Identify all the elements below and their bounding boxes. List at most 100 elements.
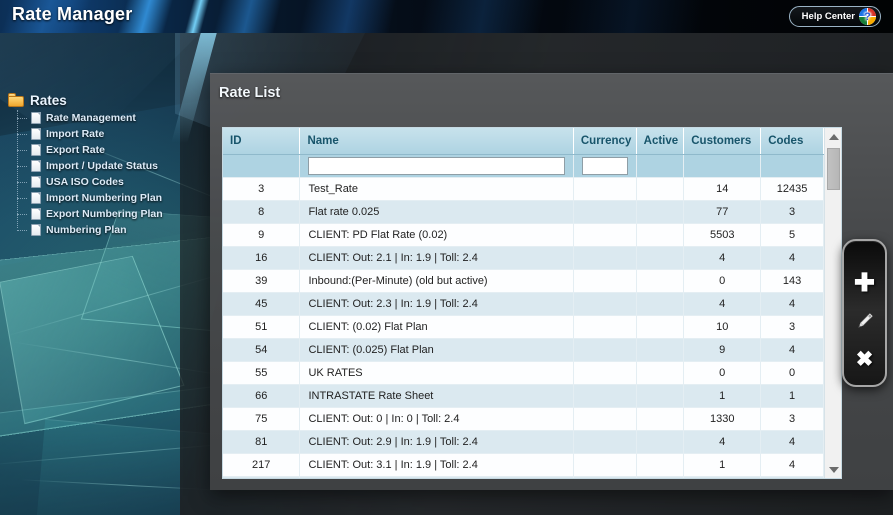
filter-row bbox=[223, 154, 824, 177]
scroll-up-arrow-icon[interactable] bbox=[825, 128, 842, 145]
table-row[interactable]: 8 Flat rate 0.025 77 3 bbox=[223, 200, 824, 223]
table-row[interactable]: 217 CLIENT: Out: 3.1 | In: 1.9 | Toll: 2… bbox=[223, 453, 824, 476]
banner-ray-7 bbox=[556, 0, 704, 33]
cell-currency bbox=[573, 269, 636, 292]
cell-active bbox=[636, 430, 684, 453]
banner-ray-3 bbox=[173, 0, 214, 33]
cell-name: CLIENT: Out: 2.1 | In: 1.9 | Toll: 2.4 bbox=[300, 246, 573, 269]
table-row[interactable]: 51 CLIENT: (0.02) Flat Plan 10 3 bbox=[223, 315, 824, 338]
table-row[interactable]: 55 UK RATES 0 0 bbox=[223, 361, 824, 384]
cell-currency bbox=[573, 315, 636, 338]
table-row[interactable]: 81 CLIENT: Out: 2.9 | In: 1.9 | Toll: 2.… bbox=[223, 430, 824, 453]
cell-active bbox=[636, 453, 684, 476]
cell-name: CLIENT: Out: 3.1 | In: 1.9 | Toll: 2.4 bbox=[300, 453, 573, 476]
page-icon bbox=[31, 208, 41, 220]
column-header-customers[interactable]: Customers bbox=[684, 128, 761, 154]
grid-viewport: ID Name Currency Active Customers Codes bbox=[223, 128, 824, 478]
page-icon bbox=[31, 128, 41, 140]
cell-codes: 3 bbox=[761, 200, 824, 223]
currency-filter-input[interactable] bbox=[582, 157, 628, 175]
sidebar-item-import-numbering-plan[interactable]: Import Numbering Plan bbox=[31, 190, 203, 206]
column-header-codes[interactable]: Codes bbox=[761, 128, 824, 154]
cell-codes: 9 bbox=[761, 476, 824, 478]
cell-codes: 3 bbox=[761, 407, 824, 430]
cell-codes: 4 bbox=[761, 430, 824, 453]
column-header-currency[interactable]: Currency bbox=[573, 128, 636, 154]
cell-id: 81 bbox=[223, 430, 300, 453]
table-row[interactable]: 9 CLIENT: PD Flat Rate (0.02) 5503 5 bbox=[223, 223, 824, 246]
cell-customers: 0 bbox=[684, 361, 761, 384]
table-row[interactable]: 39 Inbound:(Per-Minute) (old but active)… bbox=[223, 269, 824, 292]
table-row[interactable]: 54 CLIENT: (0.025) Flat Plan 9 4 bbox=[223, 338, 824, 361]
cell-customers: 0 bbox=[684, 269, 761, 292]
banner-ray-6 bbox=[413, 0, 547, 33]
cell-customers: 10 bbox=[684, 315, 761, 338]
sidebar-item-export-rate[interactable]: Export Rate bbox=[31, 142, 203, 158]
table-row[interactable]: 3 Test_Rate 14 12435 bbox=[223, 177, 824, 200]
filter-cell-id bbox=[223, 154, 300, 177]
table-row[interactable]: 45 CLIENT: Out: 2.3 | In: 1.9 | Toll: 2.… bbox=[223, 292, 824, 315]
close-x-icon: ✖ bbox=[856, 349, 874, 370]
cell-active bbox=[636, 292, 684, 315]
cell-customers: 4 bbox=[684, 246, 761, 269]
cell-customers: 1 bbox=[684, 476, 761, 478]
scrollbar-thumb[interactable] bbox=[827, 148, 840, 190]
page-icon bbox=[31, 192, 41, 204]
sidebar-item-import-update-status[interactable]: Import / Update Status bbox=[31, 158, 203, 174]
sidebar-navigation-tree: Rates Rate Management Import Rate Export… bbox=[8, 90, 203, 238]
help-center-label: Help Center bbox=[802, 11, 855, 22]
scroll-down-arrow-icon[interactable] bbox=[825, 461, 842, 478]
cell-id: 75 bbox=[223, 407, 300, 430]
table-row[interactable]: 386 Inbound: Local: 0 | Toll: 2.4 1 9 bbox=[223, 476, 824, 478]
app-header-banner: Rate Manager bbox=[0, 0, 893, 33]
page-icon bbox=[31, 144, 41, 156]
filter-cell-customers bbox=[684, 154, 761, 177]
sidebar-item-label: Import Rate bbox=[46, 128, 104, 140]
cell-codes: 12435 bbox=[761, 177, 824, 200]
cell-active bbox=[636, 476, 684, 478]
table-row[interactable]: 75 CLIENT: Out: 0 | In: 0 | Toll: 2.4 13… bbox=[223, 407, 824, 430]
cell-name: CLIENT: Out: 0 | In: 0 | Toll: 2.4 bbox=[300, 407, 573, 430]
column-header-id[interactable]: ID bbox=[223, 128, 300, 154]
sidebar-root-rates[interactable]: Rates bbox=[8, 90, 203, 110]
cell-id: 45 bbox=[223, 292, 300, 315]
table-body: 3 Test_Rate 14 12435 8 Flat rate 0.025 bbox=[223, 177, 824, 478]
delete-button[interactable]: ✖ bbox=[852, 346, 878, 372]
cell-id: 39 bbox=[223, 269, 300, 292]
table-row[interactable]: 66 INTRASTATE Rate Sheet 1 1 bbox=[223, 384, 824, 407]
rate-table: ID Name Currency Active Customers Codes bbox=[223, 128, 824, 478]
name-filter-input[interactable] bbox=[308, 157, 564, 175]
pencil-icon bbox=[853, 309, 877, 333]
table-row[interactable]: 16 CLIENT: Out: 2.1 | In: 1.9 | Toll: 2.… bbox=[223, 246, 824, 269]
cell-currency bbox=[573, 384, 636, 407]
sidebar-item-usa-iso-codes[interactable]: USA ISO Codes bbox=[31, 174, 203, 190]
cell-codes: 1 bbox=[761, 384, 824, 407]
filter-cell-name bbox=[300, 154, 573, 177]
cell-id: 51 bbox=[223, 315, 300, 338]
sidebar-item-rate-management[interactable]: Rate Management bbox=[31, 110, 203, 126]
column-header-active[interactable]: Active bbox=[636, 128, 684, 154]
sidebar-item-label: Export Rate bbox=[46, 144, 105, 156]
sidebar-item-import-rate[interactable]: Import Rate bbox=[31, 126, 203, 142]
cell-currency bbox=[573, 407, 636, 430]
column-header-name[interactable]: Name bbox=[300, 128, 573, 154]
add-button[interactable]: ✚ bbox=[852, 270, 878, 296]
cell-customers: 1330 bbox=[684, 407, 761, 430]
cell-codes: 143 bbox=[761, 269, 824, 292]
help-center-button[interactable]: Help Center ? bbox=[789, 6, 881, 27]
sidebar-item-export-numbering-plan[interactable]: Export Numbering Plan bbox=[31, 206, 203, 222]
cell-codes: 3 bbox=[761, 315, 824, 338]
cell-name: UK RATES bbox=[300, 361, 573, 384]
cell-id: 55 bbox=[223, 361, 300, 384]
table-head: ID Name Currency Active Customers Codes bbox=[223, 128, 824, 177]
edit-button[interactable] bbox=[852, 308, 878, 334]
bg-polygon-3 bbox=[0, 256, 185, 424]
cell-active bbox=[636, 384, 684, 407]
cell-active bbox=[636, 361, 684, 384]
cell-name: CLIENT: Out: 2.3 | In: 1.9 | Toll: 2.4 bbox=[300, 292, 573, 315]
grid-vertical-scrollbar[interactable] bbox=[824, 128, 841, 478]
cell-name: Flat rate 0.025 bbox=[300, 200, 573, 223]
sidebar-item-numbering-plan[interactable]: Numbering Plan bbox=[31, 222, 203, 238]
action-toolbar: ✚ ✖ bbox=[842, 239, 887, 387]
plus-icon: ✚ bbox=[854, 271, 875, 296]
